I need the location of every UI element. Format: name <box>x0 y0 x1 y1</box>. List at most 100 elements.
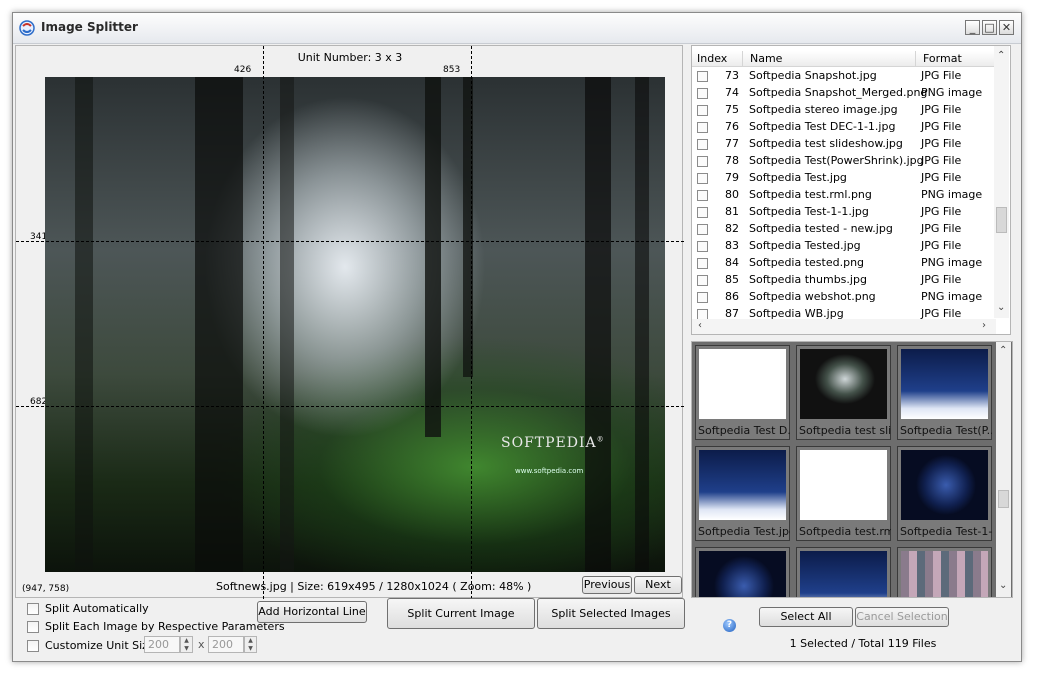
table-row[interactable]: 84 Softpedia tested.png PNG image <box>692 255 998 272</box>
thumbnail-caption: Softpedia Test-1-... <box>900 525 992 538</box>
column-header-index[interactable]: Index <box>697 52 727 65</box>
unit-times-label: x <box>198 638 205 651</box>
thumbnail-item[interactable]: Softpedia Test-1-... <box>897 446 992 541</box>
thumbnail-item[interactable]: Softpedia Test(P... <box>897 345 992 440</box>
table-row[interactable]: 83 Softpedia Tested.jpg JPG File <box>692 238 998 255</box>
unit-height-stepper[interactable]: ▲ ▼ <box>244 636 257 653</box>
row-checkbox[interactable] <box>697 275 708 286</box>
minimize-button[interactable]: _ <box>965 20 980 35</box>
close-button[interactable]: ✕ <box>999 20 1014 35</box>
row-checkbox[interactable] <box>697 241 708 252</box>
thumbnail-item[interactable] <box>897 547 992 597</box>
help-icon[interactable]: ? <box>723 619 736 632</box>
row-format: JPG File <box>921 171 962 184</box>
unit-width-stepper[interactable]: ▲ ▼ <box>180 636 193 653</box>
next-button[interactable]: Next <box>634 576 682 594</box>
table-row[interactable]: 80 Softpedia test.rml.png PNG image <box>692 187 998 204</box>
thumbnail-item[interactable]: Softpedia test.rml... <box>796 446 891 541</box>
row-format: JPG File <box>921 222 962 235</box>
scroll-up-icon[interactable]: ⌃ <box>999 345 1007 356</box>
column-header-name[interactable]: Name <box>750 52 782 65</box>
row-checkbox[interactable] <box>697 173 708 184</box>
row-checkbox[interactable] <box>697 292 708 303</box>
row-index: 83 <box>725 239 739 252</box>
row-name: Softpedia Tested.jpg <box>749 239 861 252</box>
thumbnail-caption: Softpedia Test.jpg <box>698 525 790 538</box>
row-checkbox[interactable] <box>697 224 708 235</box>
table-row[interactable]: 73 Softpedia Snapshot.jpg JPG File <box>692 68 998 85</box>
scroll-up-icon[interactable]: ⌃ <box>997 50 1005 61</box>
file-list-vertical-scrollbar[interactable]: ⌃ ⌄ <box>994 46 1009 318</box>
thumbnail-grid[interactable]: Softpedia Test D... Softpedia test sli...… <box>691 341 1013 598</box>
row-checkbox[interactable] <box>697 122 708 133</box>
previous-button[interactable]: Previous <box>582 576 632 594</box>
row-name: Softpedia tested - new.jpg <box>749 222 893 235</box>
cancel-selection-button[interactable]: Cancel Selection <box>855 607 949 627</box>
preview-image[interactable]: SOFTPEDIA® www.softpedia.com <box>45 77 665 572</box>
scroll-thumb[interactable] <box>996 207 1007 233</box>
row-checkbox[interactable] <box>697 207 708 218</box>
row-checkbox[interactable] <box>697 139 708 150</box>
table-row[interactable]: 76 Softpedia Test DEC-1-1.jpg JPG File <box>692 119 998 136</box>
unit-number-label: Unit Number: 3 x 3 <box>297 51 403 64</box>
thumbnail-item[interactable]: Softpedia Test D... <box>695 345 790 440</box>
split-current-image-button[interactable]: Split Current Image <box>387 598 535 629</box>
row-index: 86 <box>725 290 739 303</box>
table-row[interactable]: 81 Softpedia Test-1-1.jpg JPG File <box>692 204 998 221</box>
row-checkbox[interactable] <box>697 156 708 167</box>
unit-height-input[interactable]: 200 <box>208 636 244 653</box>
row-checkbox[interactable] <box>697 190 708 201</box>
table-row[interactable]: 78 Softpedia Test(PowerShrink).jpg JPG Fil… <box>692 153 998 170</box>
table-row[interactable]: 75 Softpedia stereo image.jpg JPG File <box>692 102 998 119</box>
row-name: Softpedia stereo image.jpg <box>749 103 898 116</box>
split-line-horizontal[interactable] <box>16 406 684 407</box>
split-line-vertical[interactable] <box>263 46 264 599</box>
row-checkbox[interactable] <box>697 105 708 116</box>
row-index: 77 <box>725 137 739 150</box>
row-format: PNG image <box>921 188 983 201</box>
scroll-down-icon[interactable]: ⌄ <box>999 580 1007 591</box>
row-format: PNG image <box>921 86 983 99</box>
thumbnail-image <box>901 551 988 597</box>
split-line-horizontal[interactable] <box>16 241 684 242</box>
row-checkbox[interactable] <box>697 71 708 82</box>
scroll-thumb[interactable] <box>998 490 1009 508</box>
checkbox-box[interactable] <box>27 640 39 652</box>
table-row[interactable]: 82 Softpedia tested - new.jpg JPG File <box>692 221 998 238</box>
checkbox-box[interactable] <box>27 603 39 615</box>
scroll-down-icon[interactable]: ⌄ <box>997 302 1005 313</box>
table-row[interactable]: 79 Softpedia Test.jpg JPG File <box>692 170 998 187</box>
checkbox-label: Split Each Image by Respective Parameter… <box>45 620 285 633</box>
add-horizontal-line-button[interactable]: Add Horizontal Line <box>257 601 367 623</box>
row-index: 79 <box>725 171 739 184</box>
checkbox-box[interactable] <box>27 621 39 633</box>
column-header-format[interactable]: Format <box>923 52 962 65</box>
table-row[interactable]: 74 Softpedia Snapshot_Merged.png PNG image <box>692 85 998 102</box>
file-list[interactable]: Index Name Format 73 Softpedia Snapshot.j… <box>691 45 1011 335</box>
row-index: 81 <box>725 205 739 218</box>
row-format: JPG File <box>921 120 962 133</box>
row-checkbox[interactable] <box>697 258 708 269</box>
title-bar[interactable]: Image Splitter _ □ ✕ <box>13 13 1021 44</box>
unit-width-input[interactable]: 200 <box>144 636 180 653</box>
thumbnail-item[interactable] <box>695 547 790 597</box>
maximize-button[interactable]: □ <box>982 20 997 35</box>
thumbnail-image <box>699 349 786 419</box>
thumbnail-item[interactable]: Softpedia test sli... <box>796 345 891 440</box>
thumbnail-image <box>699 450 786 520</box>
thumbnail-scrollbar[interactable]: ⌃ ⌄ <box>996 342 1011 597</box>
image-preview-panel[interactable]: Unit Number: 3 x 3 426 853 341 682 SOFTP… <box>15 45 684 599</box>
thumbnail-item[interactable] <box>796 547 891 597</box>
row-format: JPG File <box>921 137 962 150</box>
select-all-button[interactable]: Select All <box>759 607 853 627</box>
row-checkbox[interactable] <box>697 88 708 99</box>
table-row[interactable]: 85 Softpedia thumbs.jpg JPG File <box>692 272 998 289</box>
thumbnail-item[interactable]: Softpedia Test.jpg <box>695 446 790 541</box>
scroll-right-icon[interactable]: › <box>982 320 986 331</box>
file-list-horizontal-scrollbar[interactable]: ‹ › <box>692 319 996 334</box>
table-row[interactable]: 86 Softpedia webshot.png PNG image <box>692 289 998 306</box>
table-row[interactable]: 77 Softpedia test slideshow.jpg JPG File <box>692 136 998 153</box>
split-line-vertical[interactable] <box>471 46 472 599</box>
split-selected-images-button[interactable]: Split Selected Images <box>537 598 685 629</box>
scroll-left-icon[interactable]: ‹ <box>698 320 702 331</box>
